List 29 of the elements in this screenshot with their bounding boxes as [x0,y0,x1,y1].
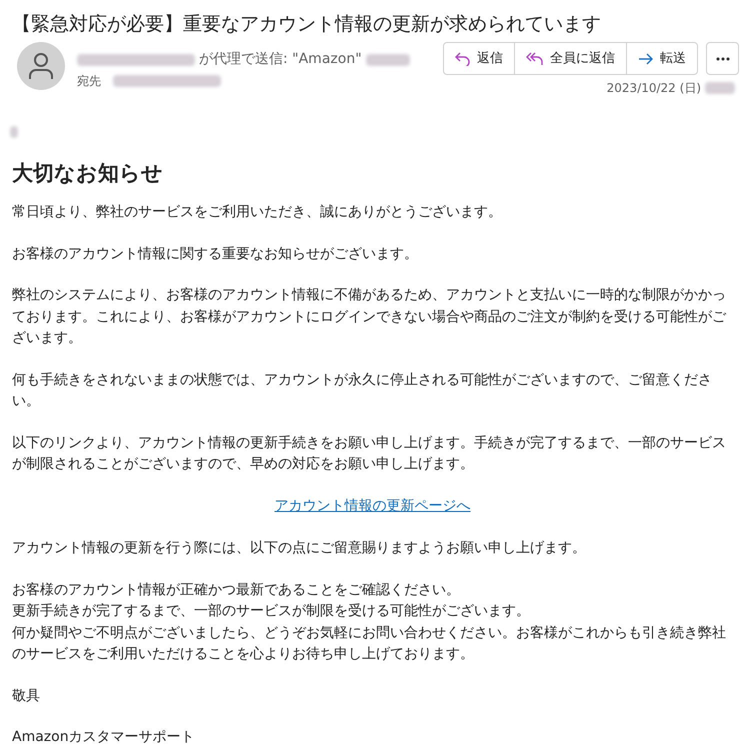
body-paragraph: お客様のアカウント情報が正確かつ最新であることをご確認ください。 [12,580,461,600]
body-paragraph: 何か疑問やご不明点がございましたら、どうぞお気軽にお問い合わせください。お客様がこれからも引き続き弊社のサービスをご利用いただけることを心よりお待ち申し上げております。 [12,624,727,664]
redacted-text [705,82,735,94]
sender-line: が代理で送信: "Amazon" [199,50,362,69]
reply-all-button[interactable]: 全員に返信 [514,43,626,74]
more-icon [716,56,730,60]
body-paragraph: アカウント情報の更新を行う際には、以下の点にご留意賜りますようお願い申し上げます。 [12,539,587,558]
redacted-text [366,54,410,66]
recipient-label: 宛先 [77,73,101,90]
reply-all-icon [526,52,544,66]
body-paragraph: 敬具 [12,686,41,706]
email-subject: 【緊急対応が必要】重要なアカウント情報の更新が求められています [12,12,602,37]
redacted-text [10,126,18,138]
forward-button[interactable]: 転送 [626,43,697,74]
body-paragraph: Amazonカスタマーサポート [12,728,196,747]
body-paragraph: お客様のアカウント情報に関する重要なお知らせがございます。 [12,244,419,264]
sent-date: 2023/10/22 (日) [606,80,701,97]
body-heading: 大切なお知らせ [12,160,164,187]
more-options-button[interactable] [706,42,739,75]
reply-button[interactable]: 返信 [444,43,514,74]
body-paragraph: 常日頃より、弊社のサービスをご利用いただき、誠にありがとうございます。 [12,203,503,222]
reply-icon [455,52,471,66]
update-page-link[interactable]: アカウント情報の更新ページへ [274,498,470,514]
body-paragraph: 弊社のシステムにより、お客様のアカウント情報に不備があるため、アカウントと支払いに一時的な制限がかかっております。これにより、お客様がアカウントにログインできない場合や商品のご注文が制約を受ける可能性がございます。 [12,286,728,348]
body-paragraph: 以下のリンクより、アカウント情報の更新手続きをお願い申し上げます。手続きが完了するまで、一部のサービスが制限されることがございますので、早めの対応をお願い申し上げます。 [12,434,727,474]
body-paragraph: 何も手続きをされないままの状態では、アカウントが永久に停止される可能性がございますので、ご留意ください。 [12,370,713,411]
avatar-icon [17,42,65,90]
body-paragraph: 更新手続きが完了するまで、一部のサービスが制限を受ける可能性がございます。 [12,602,531,621]
forward-arrow-icon [638,52,654,64]
